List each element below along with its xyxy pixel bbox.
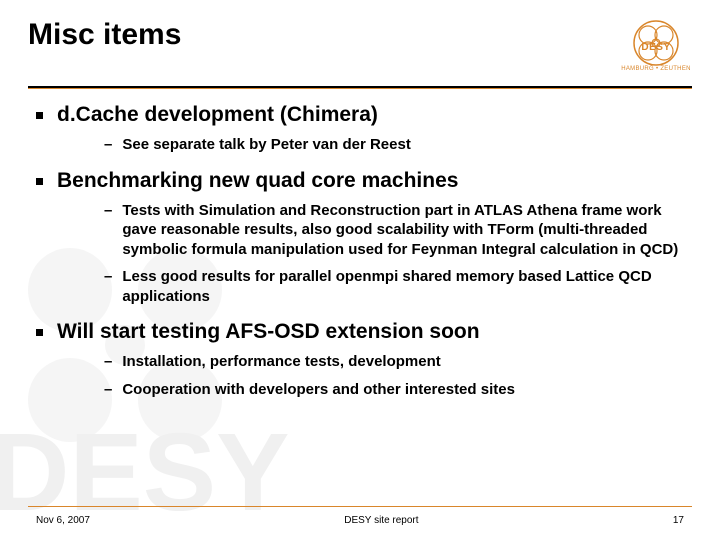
dash-bullet-icon: – [104,135,112,155]
bullet-text: Tests with Simulation and Reconstruction… [122,201,688,260]
square-bullet-icon [36,112,43,119]
square-bullet-icon [36,178,43,185]
footer-date: Nov 6, 2007 [36,515,90,526]
footer: Nov 6, 2007 DESY site report 17 [0,506,720,526]
dash-bullet-icon: – [104,380,112,400]
dash-bullet-icon: – [104,201,112,221]
bullet-text: See separate talk by Peter van der Reest [122,135,411,155]
bullet-l2: – Less good results for parallel openmpi… [104,267,688,306]
content-area: d.Cache development (Chimera) – See sepa… [28,103,692,399]
footer-rule [28,506,692,507]
bullet-l2: – See separate talk by Peter van der Ree… [104,135,688,155]
title-thin-rule [28,88,692,89]
bullet-text: Will start testing AFS-OSD extension soo… [57,320,480,344]
square-bullet-icon [36,329,43,336]
bullet-text: Installation, performance tests, develop… [122,352,440,372]
footer-page: 17 [673,515,684,526]
bullet-l1: Benchmarking new quad core machines [36,169,688,193]
dash-bullet-icon: – [104,352,112,372]
bullet-text: d.Cache development (Chimera) [57,103,378,127]
logo-label: DESY [641,42,670,53]
logo-subtitle: HAMBURG • ZEUTHEN [620,66,692,72]
bullet-l1: d.Cache development (Chimera) [36,103,688,127]
bullet-l2: – Cooperation with developers and other … [104,380,688,400]
bullet-l1: Will start testing AFS-OSD extension soo… [36,320,688,344]
footer-center: DESY site report [344,515,418,526]
bullet-l2: – Installation, performance tests, devel… [104,352,688,372]
bullet-l2: – Tests with Simulation and Reconstructi… [104,201,688,260]
desy-logo: DESY HAMBURG • ZEUTHEN [620,18,692,82]
bullet-text: Less good results for parallel openmpi s… [122,267,688,306]
bullet-text: Benchmarking new quad core machines [57,169,458,193]
dash-bullet-icon: – [104,267,112,287]
bullet-text: Cooperation with developers and other in… [122,380,515,400]
slide-title: Misc items [28,18,181,52]
